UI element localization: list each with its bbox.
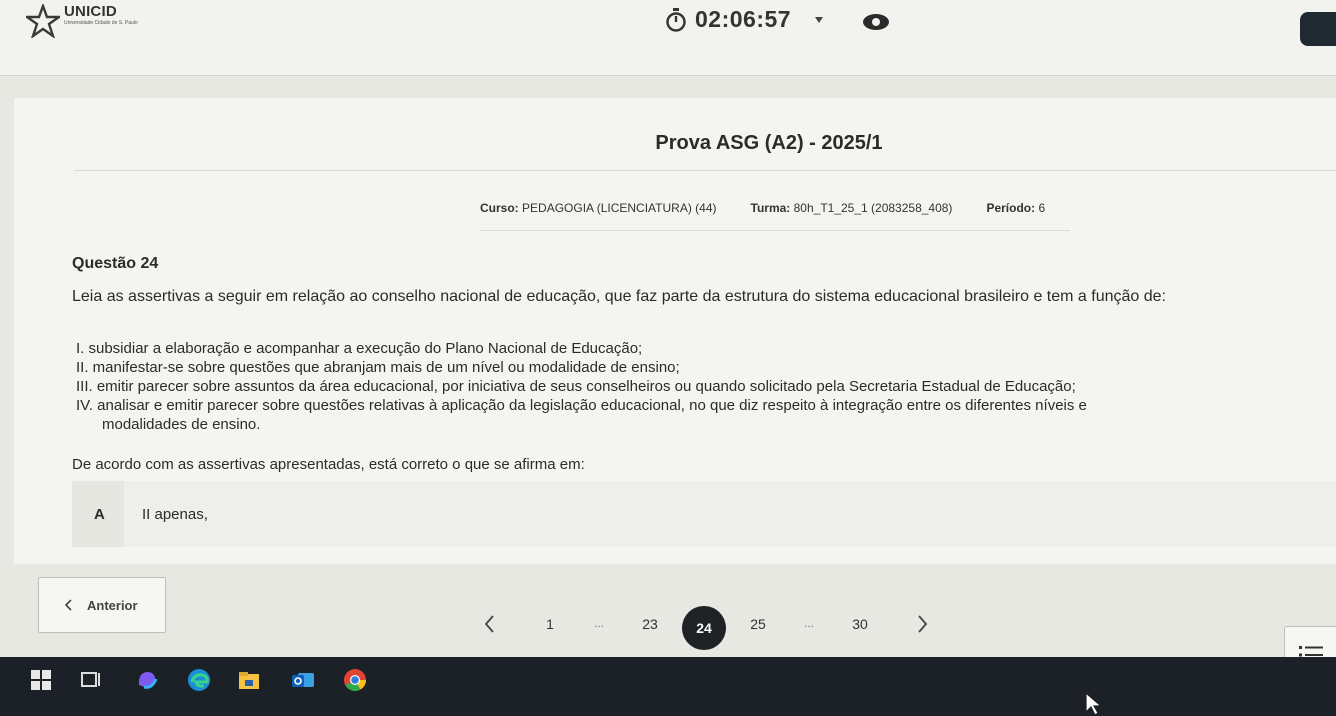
side-panel-button[interactable]	[1300, 12, 1336, 46]
chevron-down-icon[interactable]	[813, 15, 825, 25]
answer-option-a[interactable]: A II apenas,	[72, 481, 1336, 547]
divider	[74, 170, 1336, 171]
previous-label: Anterior	[87, 597, 138, 613]
assertion-item: II. manifestar-se sobre questões que abr…	[76, 359, 680, 376]
assertion-item: IV. analisar e emitir parecer sobre ques…	[76, 397, 1087, 414]
previous-button[interactable]: Anterior	[38, 577, 166, 633]
option-text: II apenas,	[142, 506, 208, 523]
copilot-icon[interactable]	[134, 667, 160, 693]
divider	[480, 230, 1070, 231]
question-pagination: 1 ... 23 24 25 ... 30	[470, 604, 950, 650]
assertion-list: I. subsidiar a elaboração e acompanhar a…	[76, 339, 1087, 434]
logo-subtitle: Universidade Cidade de S. Paulo	[64, 20, 138, 26]
class-info: Turma: 80h_T1_25_1 (2083258_408)	[751, 201, 953, 215]
page-ellipsis: ...	[594, 616, 605, 630]
assertion-item: I. subsidiar a elaboração e acompanhar a…	[76, 340, 643, 357]
chevron-left-icon	[65, 599, 72, 611]
class-label: Turma:	[750, 201, 791, 215]
stopwatch-icon	[666, 7, 686, 32]
top-bar: UNICID Universidade Cidade de S. Paulo 0…	[0, 0, 1336, 76]
outlook-icon[interactable]	[290, 667, 316, 693]
assertion-item: III. emitir parecer sobre assuntos da ár…	[76, 378, 1076, 395]
task-view-icon[interactable]	[78, 667, 104, 693]
exam-card: Prova ASG (A2) - 2025/1 Curso: PEDAGOGIA…	[14, 98, 1336, 564]
mouse-cursor-icon	[1085, 692, 1103, 716]
star-logo-icon	[26, 4, 60, 38]
chrome-icon[interactable]	[342, 667, 368, 693]
class-value: 80h_T1_25_1 (2083258_408)	[793, 201, 953, 215]
timer-value: 02:06:57	[695, 6, 792, 32]
course-value: PEDAGOGIA (LICENCIATURA) (44)	[522, 201, 717, 215]
logo-name: UNICID	[64, 3, 117, 20]
edge-browser-icon[interactable]	[186, 667, 212, 693]
page-23[interactable]: 23	[630, 604, 670, 644]
question-title: Questão 24	[72, 255, 159, 272]
page-25[interactable]: 25	[738, 604, 778, 644]
period-label: Período:	[986, 201, 1036, 215]
question-prompt: De acordo com as assertivas apresentadas…	[72, 456, 585, 473]
period-info: Período: 6	[986, 201, 1045, 215]
windows-start-icon[interactable]	[28, 667, 54, 693]
question-intro: Leia as assertivas a seguir em relação a…	[72, 288, 1166, 305]
file-explorer-icon[interactable]	[236, 667, 262, 693]
option-letter: A	[94, 506, 105, 523]
page-24-current[interactable]: 24	[682, 606, 726, 650]
windows-taskbar	[0, 657, 1336, 716]
page-1[interactable]: 1	[530, 604, 570, 644]
course-info: Curso: PEDAGOGIA (LICENCIATURA) (44)	[480, 201, 717, 215]
chevron-right-icon[interactable]	[902, 604, 942, 644]
course-label: Curso:	[480, 201, 519, 215]
page-30[interactable]: 30	[840, 604, 880, 644]
eye-icon[interactable]	[862, 12, 890, 32]
unicid-logo: UNICID Universidade Cidade de S. Paulo	[26, 4, 138, 38]
chevron-left-icon[interactable]	[470, 604, 510, 644]
assertion-item-continuation: modalidades de ensino.	[102, 416, 261, 433]
exam-meta: Curso: PEDAGOGIA (LICENCIATURA) (44) Tur…	[480, 201, 1045, 215]
exam-timer: 02:06:57	[665, 6, 825, 33]
page-ellipsis: ...	[804, 616, 815, 630]
period-value: 6	[1038, 201, 1046, 215]
option-letter-box: A	[72, 481, 124, 547]
exam-title: Prova ASG (A2) - 2025/1	[655, 132, 883, 154]
